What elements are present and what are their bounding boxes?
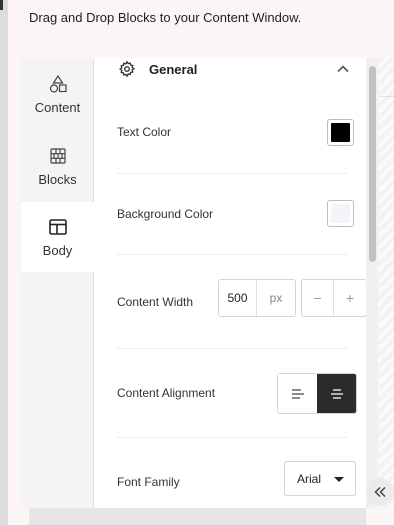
content-width-value[interactable]: 500 <box>219 280 257 316</box>
section-general-header[interactable]: General <box>94 58 366 82</box>
background-color-row: Background Color <box>116 174 354 255</box>
panel-instruction: Drag and Drop Blocks to your Content Win… <box>29 10 302 25</box>
tab-content[interactable]: Content <box>21 58 94 130</box>
tab-body[interactable]: Body <box>21 202 103 272</box>
background-color-swatch[interactable] <box>327 200 354 227</box>
content-width-row: Content Width 500 px − + <box>116 255 366 349</box>
align-center-button[interactable] <box>317 374 356 413</box>
content-alignment-label: Content Alignment <box>117 386 216 400</box>
text-color-row: Text Color <box>116 103 354 174</box>
content-width-input[interactable]: 500 px <box>218 279 296 317</box>
content-width-unit[interactable]: px <box>257 280 295 316</box>
canvas-edge <box>379 58 394 508</box>
decrement-button[interactable]: − <box>302 280 334 316</box>
background-color-fill <box>331 204 350 223</box>
panel-tabs: Content Blocks Body <box>21 58 103 508</box>
gear-icon <box>118 60 136 78</box>
corner-mark <box>0 0 3 10</box>
double-chevron-left-icon <box>374 486 386 498</box>
background-color-label: Background Color <box>117 207 214 221</box>
tab-blocks[interactable]: Blocks <box>21 130 94 202</box>
canvas-divider <box>379 96 394 97</box>
tab-blocks-label: Blocks <box>38 172 77 187</box>
chevron-up-icon[interactable] <box>336 62 350 76</box>
settings-content: General Text Color Background Color Cont… <box>94 58 366 508</box>
content-width-stepper[interactable]: − + <box>301 279 366 317</box>
caret-down-icon <box>334 477 344 482</box>
content-width-label: Content Width <box>117 295 194 309</box>
font-family-row: Font Family Arial <box>116 438 356 508</box>
align-center-icon <box>330 388 343 399</box>
text-color-label: Text Color <box>117 125 172 139</box>
alignment-toggle-group <box>277 373 357 414</box>
section-title: General <box>149 62 198 77</box>
text-color-fill <box>331 123 350 142</box>
tab-body-label: Body <box>42 243 73 258</box>
blocks-icon <box>47 145 69 167</box>
text-color-swatch[interactable] <box>327 119 354 146</box>
scrollbar-thumb[interactable] <box>369 66 376 262</box>
increment-button[interactable]: + <box>334 280 366 316</box>
font-family-label: Font Family <box>117 475 180 489</box>
collapse-panel-button[interactable] <box>366 478 394 506</box>
font-family-select[interactable]: Arial <box>284 461 356 496</box>
align-left-icon <box>291 388 304 399</box>
layout-icon <box>47 216 69 238</box>
align-left-button[interactable] <box>278 374 317 413</box>
tab-content-label: Content <box>34 100 81 115</box>
content-alignment-row: Content Alignment <box>116 349 357 438</box>
panel-footer <box>29 508 366 525</box>
shapes-icon <box>47 73 69 95</box>
font-family-value: Arial <box>297 471 322 486</box>
editor-edge <box>0 0 8 525</box>
